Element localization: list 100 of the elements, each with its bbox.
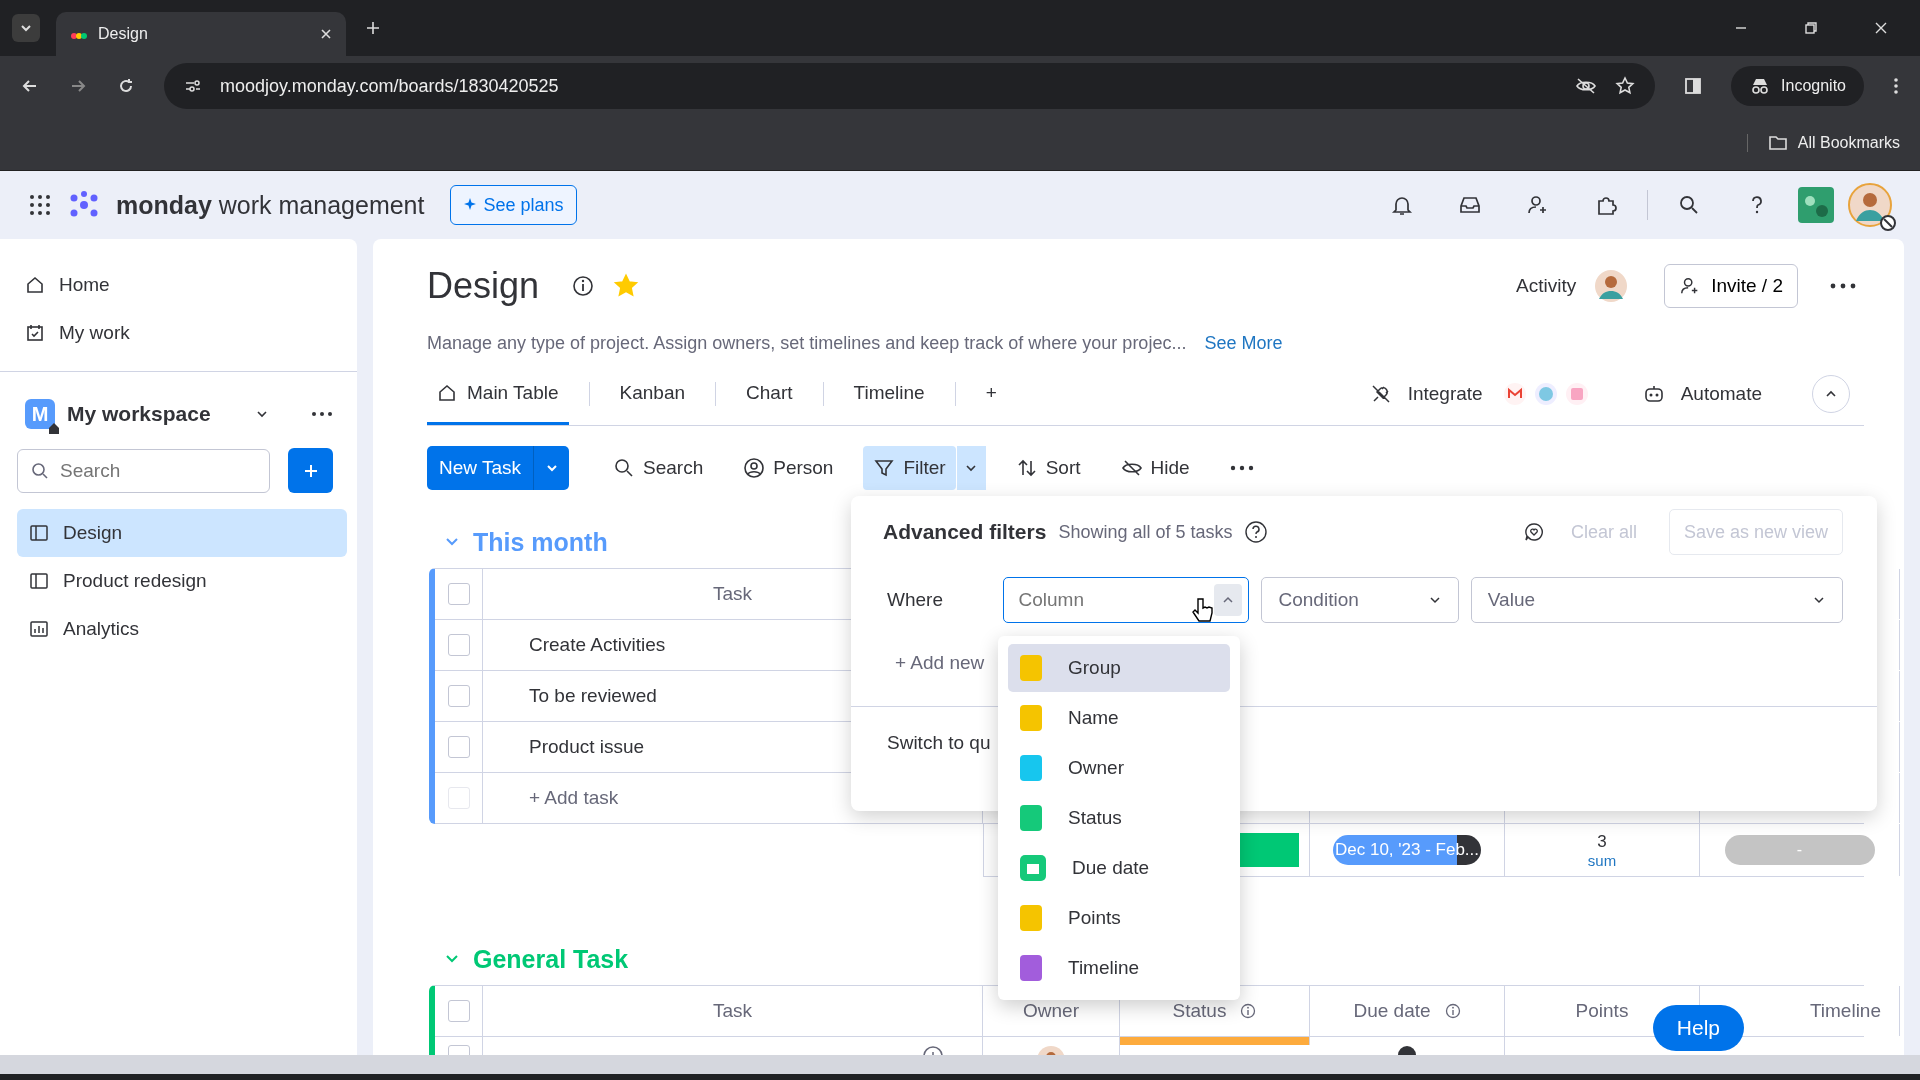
checkbox[interactable]: [447, 736, 470, 758]
view-tab[interactable]: Timeline: [843, 363, 935, 425]
value-select[interactable]: Value: [1470, 577, 1843, 623]
eye-off-icon[interactable]: [1575, 77, 1598, 95]
dropdown-button[interactable]: [533, 446, 569, 490]
checkbox[interactable]: [447, 685, 470, 707]
more-icon[interactable]: [1830, 283, 1856, 289]
blocked-badge-icon: [1880, 215, 1896, 231]
new-tab-icon[interactable]: [366, 21, 380, 35]
search-icon: [31, 461, 49, 480]
toolbar-button[interactable]: Person: [733, 446, 844, 490]
automate-button[interactable]: Automate: [1642, 383, 1762, 405]
column-option[interactable]: Name: [1008, 694, 1230, 742]
integrate-button[interactable]: Integrate: [1369, 383, 1483, 405]
column-header: Task: [712, 583, 753, 605]
close-icon[interactable]: [1874, 21, 1888, 35]
browser-tab[interactable]: Design: [56, 12, 346, 56]
search-field[interactable]: Search: [17, 448, 270, 493]
bookmarks-folder[interactable]: All Bookmarks: [1746, 134, 1900, 152]
help-button[interactable]: Help: [1652, 1005, 1744, 1051]
avatar-icon[interactable]: [1848, 183, 1892, 227]
feedback-icon[interactable]: [1522, 521, 1545, 543]
column-header: Task: [712, 1000, 753, 1022]
checkbox[interactable]: [447, 634, 470, 656]
more-icon[interactable]: [1892, 76, 1900, 96]
column-header: Timeline: [1809, 1000, 1881, 1022]
timeline-pill: -: [1724, 835, 1875, 865]
checkbox-outline-icon: [447, 787, 470, 809]
info-icon[interactable]: [1240, 1003, 1257, 1019]
column-header: Due date: [1353, 1000, 1431, 1022]
add-task-link[interactable]: + Add task: [529, 787, 619, 809]
board-title: Design: [427, 265, 540, 307]
column-option[interactable]: Status: [1008, 794, 1230, 842]
column-option[interactable]: Timeline: [1008, 944, 1230, 992]
column-option[interactable]: Points: [1008, 894, 1230, 942]
incognito-button[interactable]: Incognito: [1731, 66, 1864, 106]
points-sum: 3: [1597, 831, 1607, 852]
apps-grid-icon[interactable]: [28, 193, 52, 217]
checkbox[interactable]: [447, 583, 470, 605]
sidebar-nav-item[interactable]: My work: [17, 309, 347, 357]
tab-list-icon[interactable]: [12, 14, 40, 42]
condition-select[interactable]: Condition: [1261, 577, 1459, 623]
task-name[interactable]: Product issue: [529, 736, 645, 758]
workspace-badge: M: [25, 399, 55, 429]
tab-title: Design: [98, 25, 148, 43]
new-task-button[interactable]: New Task: [427, 446, 533, 490]
checkbox[interactable]: [447, 1000, 470, 1022]
info-icon[interactable]: [571, 274, 596, 298]
workspace-logo-icon[interactable]: [1798, 187, 1834, 223]
status-cell[interactable]: [1120, 1037, 1310, 1045]
filter-summary: Showing all of 5 tasks: [1058, 521, 1233, 543]
column-option[interactable]: Group: [1008, 644, 1230, 692]
close-icon[interactable]: [320, 28, 332, 40]
view-tab[interactable]: Chart: [736, 363, 803, 425]
person-icon: [743, 457, 766, 479]
where-label: Where: [886, 589, 944, 611]
info-icon[interactable]: [1444, 1003, 1461, 1019]
side-panel-icon[interactable]: [1683, 76, 1704, 96]
toolbar-button[interactable]: Search: [603, 446, 714, 490]
board-item[interactable]: Design: [17, 509, 347, 557]
column-header: Points: [1575, 1000, 1629, 1022]
invite-button[interactable]: Invite / 2: [1664, 264, 1798, 308]
switch-link[interactable]: Switch to qu: [883, 732, 991, 754]
add-button[interactable]: [288, 448, 333, 493]
board-description: Manage any type of project. Assign owners, set timelines and keep track of where your projec...: [427, 332, 1187, 354]
restore-icon[interactable]: [1804, 21, 1818, 35]
star-icon[interactable]: [1615, 76, 1636, 96]
column-option[interactable]: Owner: [1008, 744, 1230, 792]
board-item[interactable]: Product redesign: [17, 557, 347, 605]
activity-link[interactable]: Activity: [1516, 275, 1577, 297]
star-icon[interactable]: [613, 273, 640, 299]
help-icon[interactable]: [1244, 520, 1269, 544]
sidebar-nav-item[interactable]: Home: [17, 261, 347, 309]
view-tab[interactable]: Kanban: [609, 363, 696, 425]
address-bar[interactable]: moodjoy.monday.com/boards/1830420525: [164, 63, 1656, 109]
view-tab[interactable]: Main Table: [427, 363, 569, 425]
url-text: moodjoy.monday.com/boards/1830420525: [220, 75, 559, 97]
more-icon[interactable]: [311, 411, 333, 417]
site-settings-icon[interactable]: [184, 78, 202, 94]
more-icon[interactable]: [1229, 465, 1254, 471]
filter-icon: [873, 457, 896, 479]
toolbar-button[interactable]: Filter: [863, 446, 956, 490]
add-view-button[interactable]: +: [975, 363, 1007, 425]
folder-icon: [1767, 135, 1788, 151]
see-more-link[interactable]: See More: [1204, 332, 1283, 354]
board-icon: [29, 523, 49, 543]
avatar-icon[interactable]: [1594, 269, 1629, 303]
task-name[interactable]: To be reviewed: [529, 685, 657, 707]
board-item[interactable]: Analytics: [17, 605, 347, 653]
scrollbar[interactable]: [0, 1074, 1920, 1080]
toolbar-button[interactable]: Hide: [1110, 446, 1200, 490]
see-plans-button[interactable]: See plans: [450, 185, 577, 225]
task-name[interactable]: Create Activities: [529, 634, 666, 656]
chart-icon: [29, 619, 49, 639]
board-icon: [29, 571, 49, 591]
workspace-name[interactable]: My workspace: [67, 402, 243, 426]
robot-icon: [1642, 383, 1665, 405]
column-option[interactable]: Due date: [1008, 844, 1230, 892]
add-filter-link[interactable]: + Add new: [883, 652, 985, 674]
toolbar-button[interactable]: Sort: [1005, 446, 1091, 490]
